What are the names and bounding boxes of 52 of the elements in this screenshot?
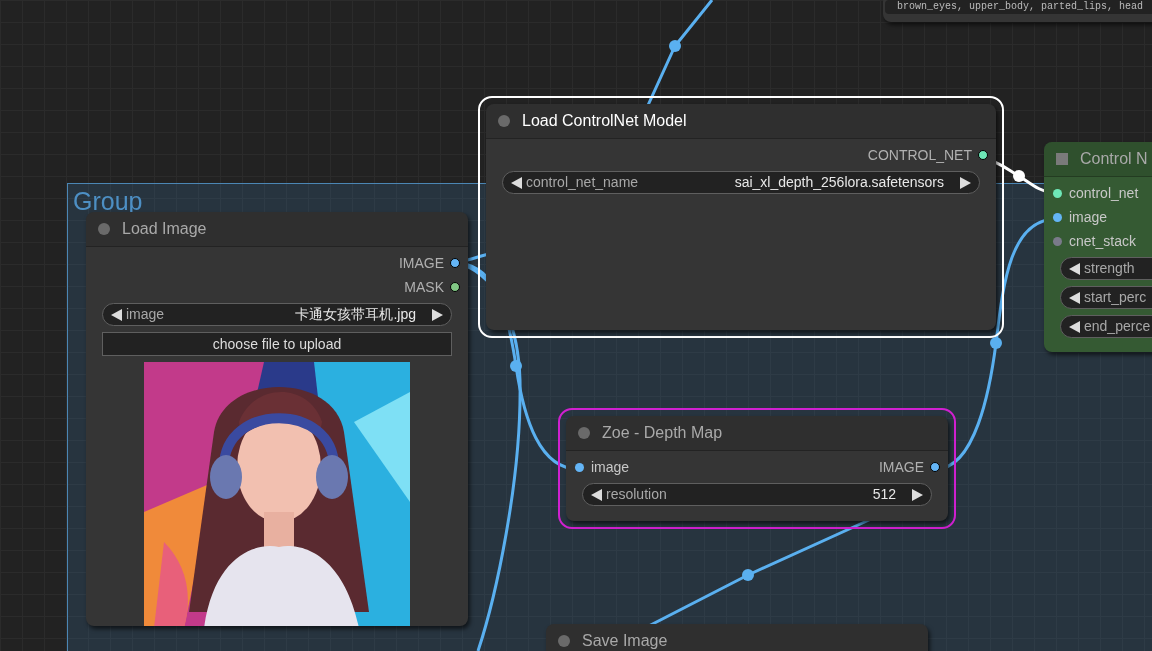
widget-label: start_perc — [1084, 288, 1147, 307]
combo-widget[interactable]: image 卡通女孩带耳机.jpg — [102, 303, 452, 326]
input-slot-icon[interactable] — [1053, 212, 1062, 222]
output-label: CONTROL_NET — [867, 145, 972, 165]
output-label: IMAGE — [878, 457, 924, 477]
output-label: IMAGE — [398, 253, 444, 273]
widget-value: 512 — [872, 485, 896, 504]
node-card[interactable]: Load ControlNet Model CONTROL_NET control_net_name sai_xl_depth_256lora.safetensors — [486, 104, 996, 330]
arrow-left-icon[interactable] — [1069, 262, 1080, 275]
widget-label: image — [126, 305, 165, 324]
arrow-left-icon[interactable] — [511, 176, 522, 189]
input-label: cnet_stack — [1069, 231, 1136, 251]
widget-value: 卡通女孩带耳机.jpg — [295, 305, 416, 324]
arrow-right-icon[interactable] — [960, 176, 971, 189]
node-title: Zoe - Depth Map — [602, 423, 723, 443]
node-square-icon[interactable] — [1056, 153, 1068, 165]
node-card[interactable]: Save Image — [546, 624, 928, 651]
arrow-left-icon[interactable] — [111, 308, 122, 321]
input-label: control_net — [1069, 183, 1139, 203]
arrow-left-icon[interactable] — [1069, 320, 1080, 333]
node-card[interactable]: Control N control_net image cnet_stack strength start_perc end_perce — [1044, 142, 1152, 352]
node-card[interactable]: brown_eyes, upper_body, parted_lips, head — [883, 0, 1152, 22]
output-slot-icon[interactable] — [930, 462, 940, 472]
output-slot-icon[interactable] — [978, 150, 988, 160]
input-slot-icon[interactable] — [575, 462, 584, 472]
text-widget: brown_eyes, upper_body, parted_lips, head — [885, 0, 1152, 14]
output-slot-icon[interactable] — [450, 258, 460, 268]
node-title: Control N — [1080, 149, 1148, 169]
input-label: image — [1069, 207, 1108, 227]
widget-label: resolution — [606, 485, 667, 504]
arrow-right-icon[interactable] — [432, 308, 443, 321]
node-card[interactable]: Zoe - Depth Map image IMAGE resolution 512 — [566, 416, 948, 521]
combo-widget[interactable]: start_perc — [1060, 286, 1152, 309]
widget-label: strength — [1084, 259, 1135, 278]
node-title: Load ControlNet Model — [522, 111, 687, 131]
node-title: Load Image — [122, 219, 207, 239]
arrow-left-icon[interactable] — [591, 488, 602, 501]
node-title: Save Image — [582, 631, 668, 651]
combo-widget[interactable]: end_perce — [1060, 315, 1152, 338]
arrow-right-icon[interactable] — [912, 488, 923, 501]
input-label: image — [591, 457, 630, 477]
combo-widget[interactable]: resolution 512 — [582, 483, 932, 506]
widget-label: end_perce — [1084, 317, 1151, 336]
combo-widget[interactable]: control_net_name sai_xl_depth_256lora.safetensors — [502, 171, 980, 194]
arrow-left-icon[interactable] — [1069, 291, 1080, 304]
output-slot-icon[interactable] — [450, 282, 460, 292]
input-slot-icon[interactable] — [1053, 236, 1062, 246]
combo-widget[interactable]: strength — [1060, 257, 1152, 280]
input-slot-icon[interactable] — [1053, 188, 1062, 198]
node-card[interactable]: Load Image IMAGE MASK image 卡通女孩带耳机.jpg choose file to upload — [86, 212, 468, 626]
upload-button[interactable]: choose file to upload — [102, 332, 452, 356]
output-label: MASK — [404, 277, 444, 297]
